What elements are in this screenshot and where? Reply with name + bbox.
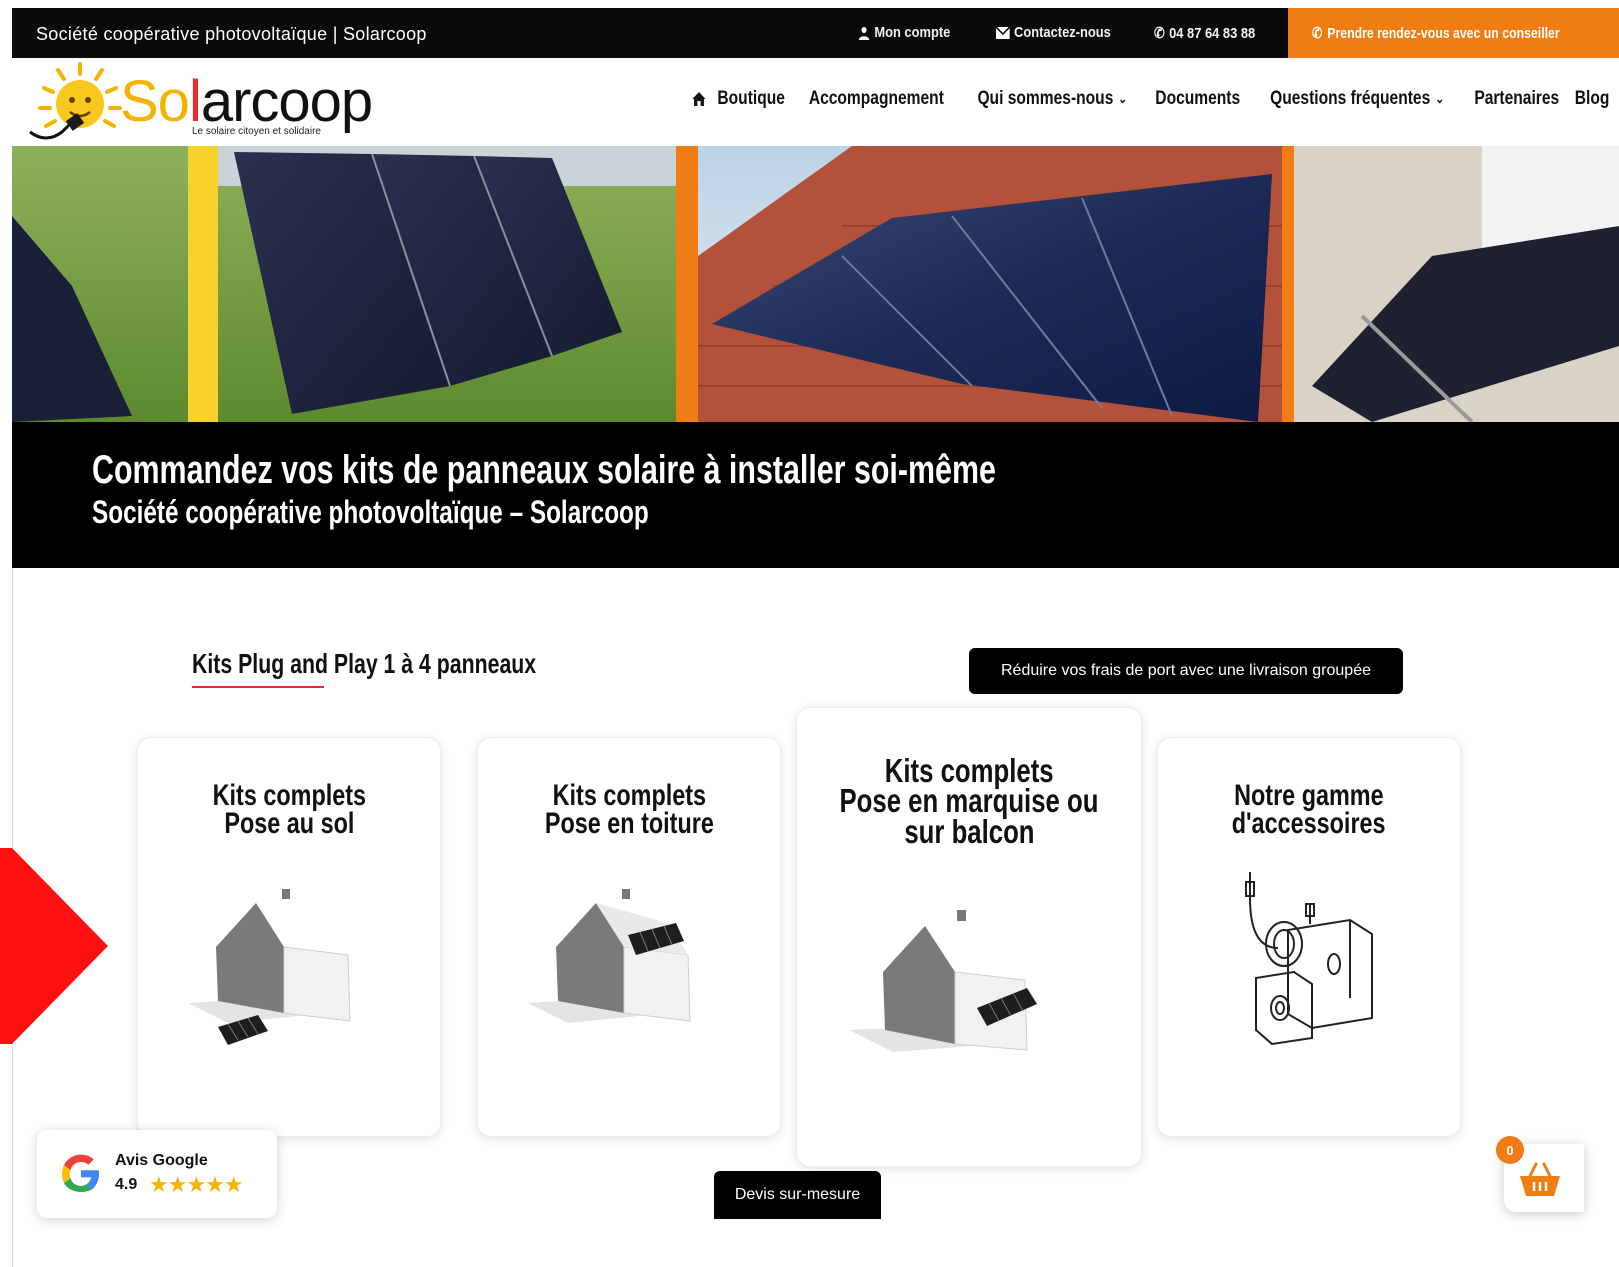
card-title-line2: Pose en toiture — [544, 806, 714, 840]
star-rating-icon: ★★★★★ — [149, 1172, 244, 1197]
account-link[interactable]: Mon compte — [858, 24, 950, 41]
card-title-line1: Notre gamme — [1234, 779, 1384, 812]
section-underline — [192, 686, 324, 688]
card-kits-pose-en-marquise-ou-balcon[interactable]: Kits complets Pose en marquise ou sur ba… — [796, 707, 1142, 1167]
hero-subtitle: Société coopérative photovoltaïque – Sol… — [92, 494, 649, 530]
house-balcony-panel-icon — [849, 910, 1037, 1052]
card-title-line3: sur balcon — [903, 812, 1035, 850]
phone-icon: ✆ — [1312, 25, 1323, 42]
card-title-line1: Kits complets — [552, 779, 706, 812]
nav-documents[interactable]: Documents — [1155, 88, 1240, 110]
logo-text: Solarcoop — [120, 69, 373, 134]
appointment-button[interactable]: ✆ Prendre rendez-vous avec un conseiller — [1288, 8, 1619, 58]
grouped-delivery-button[interactable]: Réduire vos frais de port avec une livra… — [969, 648, 1403, 694]
nav-qui-sommes-nous[interactable]: Qui sommes-nous ⌄ — [977, 88, 1127, 110]
hero-band: Commandez vos kits de panneaux solaire à… — [12, 422, 1619, 568]
nav-questions-frequentes[interactable]: Questions fréquentes ⌄ — [1270, 88, 1444, 110]
home-icon — [692, 92, 706, 106]
cart-count-badge: 0 — [1496, 1136, 1524, 1164]
header: Solarcoop Le solaire citoyen et solidair… — [12, 58, 1619, 147]
main-nav: Boutique Accompagnement Qui sommes-nous … — [692, 88, 1609, 110]
basket-icon — [1520, 1162, 1560, 1196]
nav-accompagnement[interactable]: Accompagnement — [809, 88, 944, 110]
section-title: Kits Plug and Play 1 à 4 panneaux — [192, 648, 537, 679]
nav-qui-sommes-nous-label: Qui sommes-nous — [977, 88, 1114, 109]
appointment-label: Prendre rendez-vous avec un conseiller — [1327, 24, 1560, 42]
house-ground-panel-icon — [188, 889, 351, 1045]
card-title-line1: Kits complets — [212, 779, 366, 812]
account-label: Mon compte — [874, 24, 951, 41]
hero-banner-image — [12, 146, 1619, 422]
site-logo[interactable]: Solarcoop Le solaire citoyen et solidair… — [28, 60, 388, 144]
nav-questions-frequentes-label: Questions fréquentes — [1270, 88, 1431, 109]
card-gamme-accessoires[interactable]: Notre gamme d'accessoires — [1157, 737, 1461, 1137]
google-g-icon — [62, 1154, 99, 1192]
house-roof-panel-icon — [528, 889, 691, 1023]
google-reviews-badge[interactable]: Avis Google 4.9 ★★★★★ — [37, 1130, 277, 1218]
google-rating: 4.9 — [115, 1176, 138, 1193]
logo-tagline: Le solaire citoyen et solidaire — [192, 126, 321, 137]
solar-panels-photo-collage — [12, 146, 1619, 422]
custom-quote-button[interactable]: Devis sur-mesure — [714, 1171, 881, 1219]
nav-partenaires[interactable]: Partenaires — [1475, 88, 1560, 110]
card-kits-pose-en-toiture[interactable]: Kits complets Pose en toiture — [477, 737, 781, 1137]
phone-icon: ✆ — [1154, 25, 1165, 42]
phone-number: 04 87 64 83 88 — [1169, 24, 1256, 42]
phone-link[interactable]: ✆ 04 87 64 83 88 — [1154, 24, 1256, 43]
chevron-down-icon: ⌄ — [1118, 91, 1128, 106]
chevron-down-icon: ⌄ — [1435, 91, 1445, 106]
accessories-icon — [1245, 872, 1373, 1046]
hero-title: Commandez vos kits de panneaux solaire à… — [92, 448, 996, 492]
card-title-line2: Pose au sol — [223, 806, 355, 840]
card-title-line2: d'accessoires — [1232, 806, 1386, 840]
nav-home[interactable] — [691, 91, 706, 107]
site-title: Société coopérative photovoltaïque | Sol… — [36, 24, 427, 44]
top-bar: Société coopérative photovoltaïque | Sol… — [12, 8, 1619, 58]
user-icon — [858, 26, 870, 40]
contact-link[interactable]: Contactez-nous — [996, 24, 1111, 41]
nav-blog[interactable]: Blog — [1575, 88, 1610, 110]
envelope-icon — [996, 26, 1010, 39]
red-arrow-pointer-icon — [0, 848, 108, 1044]
google-reviews-label: Avis Google — [115, 1152, 208, 1169]
nav-boutique[interactable]: Boutique — [717, 88, 785, 110]
contact-label: Contactez-nous — [1014, 24, 1111, 41]
card-kits-pose-au-sol[interactable]: Kits complets Pose au sol — [137, 737, 441, 1137]
